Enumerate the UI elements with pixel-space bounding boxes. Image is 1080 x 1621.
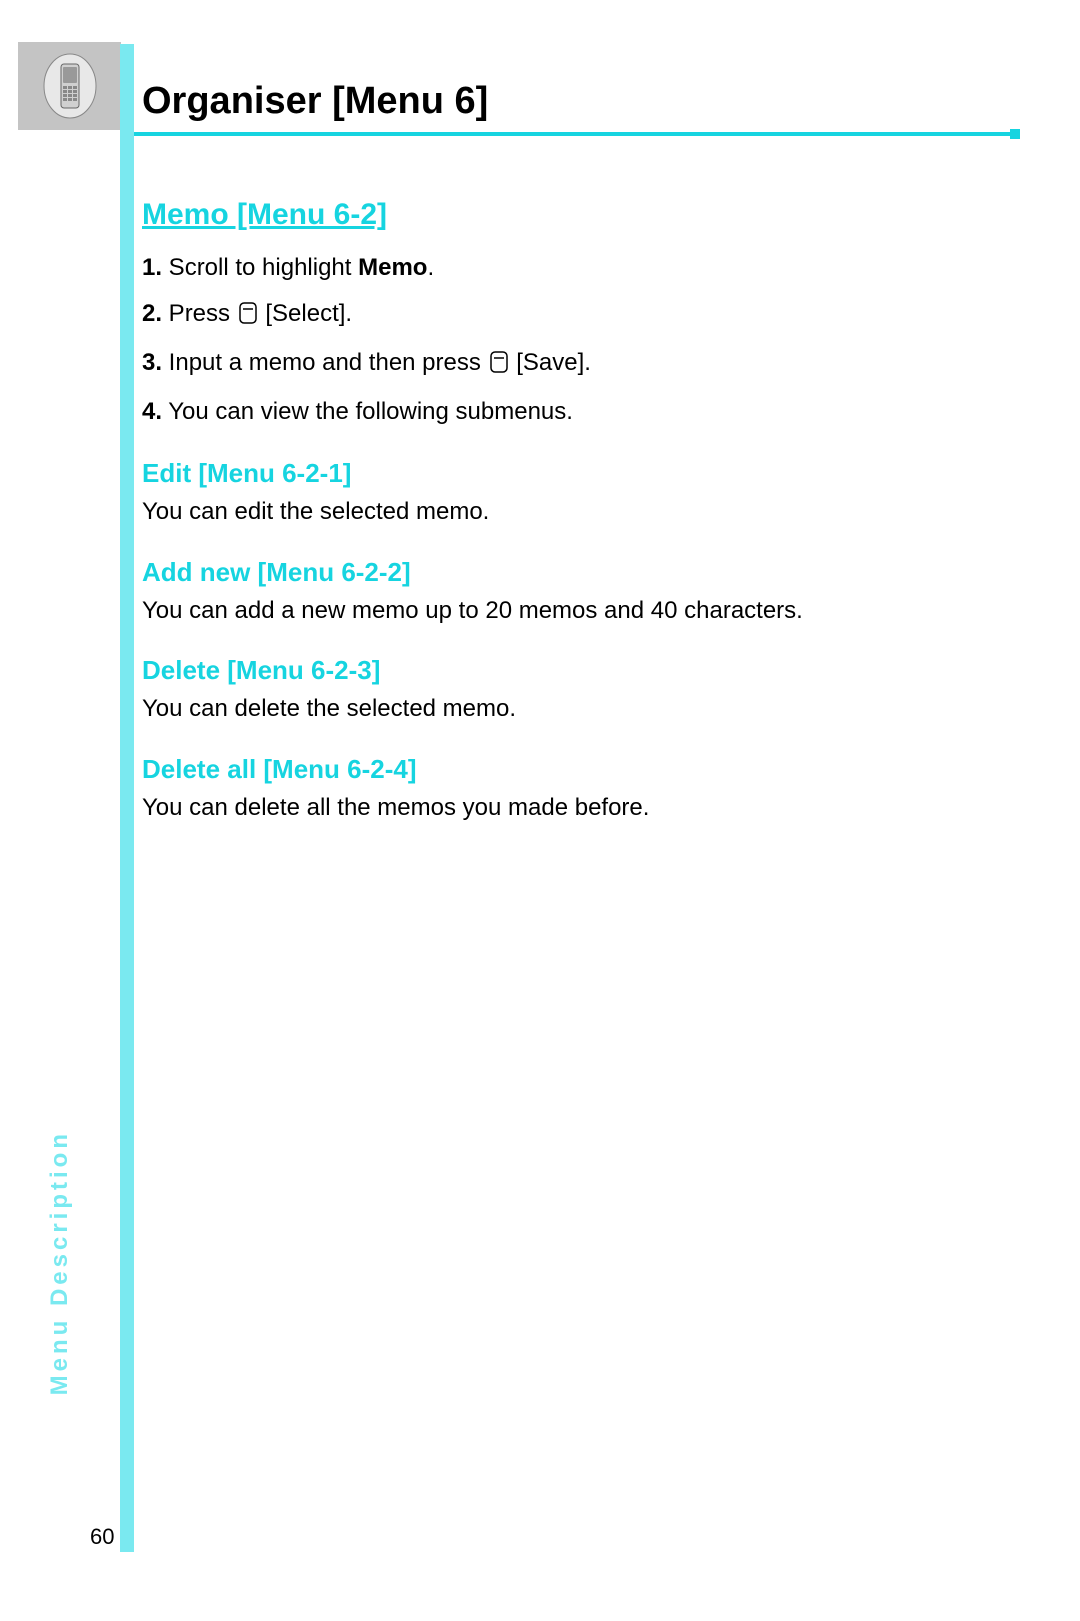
step-item: 4. You can view the following submenus. — [142, 394, 1042, 430]
divider-rule — [120, 132, 1020, 136]
step-text-post: [Save]. — [510, 349, 591, 376]
sub-body: You can delete the selected memo. — [142, 692, 1042, 726]
sub-title: Add new [Menu 6-2-2] — [142, 557, 1042, 588]
step-text-post: . — [427, 254, 434, 281]
content-area: Memo [Menu 6-2] 1. Scroll to highlight M… — [142, 198, 1042, 824]
section-label-vertical: Menu Description — [46, 1130, 74, 1395]
phone-icon — [43, 52, 97, 120]
step-number: 3. — [142, 349, 162, 376]
step-list: 1. Scroll to highlight Memo. 2. Press [S… — [142, 250, 1042, 430]
left-accent-bar — [120, 44, 134, 1552]
chapter-title: Organiser [Menu 6] — [142, 80, 488, 123]
softkey-icon — [239, 299, 257, 335]
sub-title: Delete [Menu 6-2-3] — [142, 655, 1042, 686]
sub-title: Delete all [Menu 6-2-4] — [142, 754, 1042, 785]
sub-body: You can add a new memo up to 20 memos an… — [142, 594, 1042, 628]
step-number: 4. — [142, 398, 162, 425]
step-item: 3. Input a memo and then press [Save]. — [142, 345, 1042, 384]
softkey-icon — [490, 348, 508, 384]
step-text: Input a memo and then press — [162, 349, 488, 376]
section-title: Memo [Menu 6-2] — [142, 198, 1042, 232]
step-bold: Memo — [358, 254, 427, 281]
step-text: Press — [162, 300, 237, 327]
step-number: 2. — [142, 300, 162, 327]
sub-body: You can edit the selected memo. — [142, 495, 1042, 529]
step-item: 1. Scroll to highlight Memo. — [142, 250, 1042, 286]
sub-body: You can delete all the memos you made be… — [142, 791, 1042, 825]
step-number: 1. — [142, 254, 162, 281]
sub-title: Edit [Menu 6-2-1] — [142, 458, 1042, 489]
chapter-icon-box — [18, 42, 121, 130]
page-number: 60 — [90, 1524, 114, 1550]
step-item: 2. Press [Select]. — [142, 296, 1042, 335]
step-text-post: [Select]. — [259, 300, 352, 327]
step-text: You can view the following submenus. — [162, 398, 573, 425]
step-text: Scroll to highlight — [162, 254, 358, 281]
